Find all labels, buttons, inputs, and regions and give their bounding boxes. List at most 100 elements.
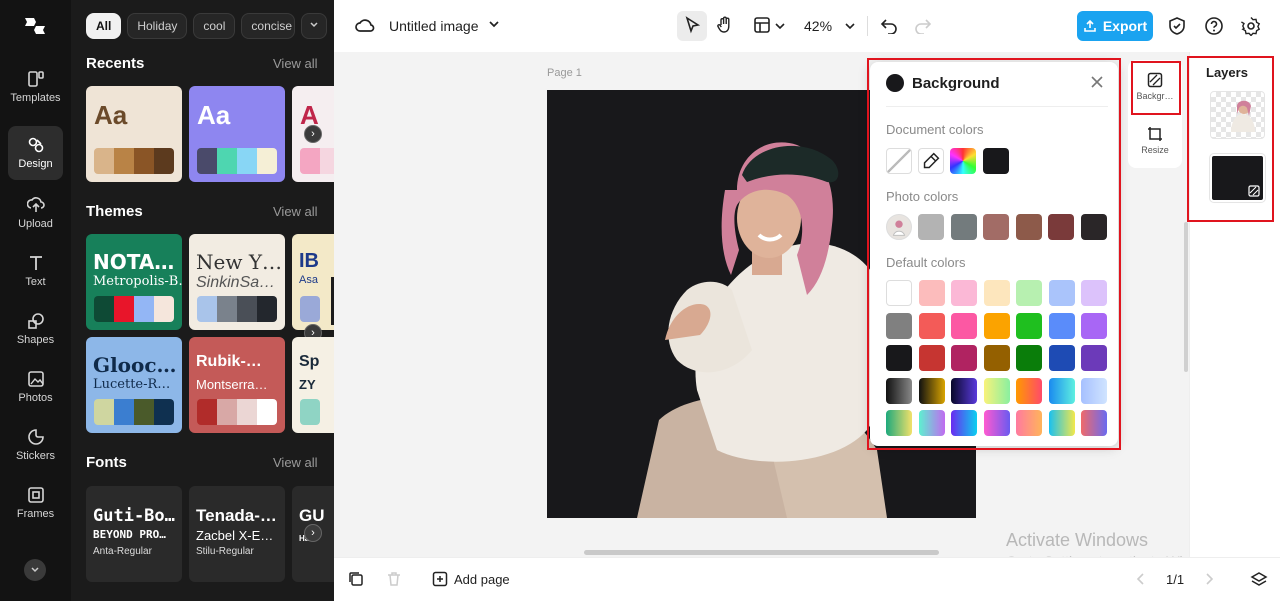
font-line-1: Tenada-… — [196, 506, 277, 525]
palette-swatches — [300, 296, 320, 322]
rail-photos[interactable]: Photos — [8, 360, 63, 414]
font-card-1[interactable]: Guti-Bo… BEYOND PRO… Anta-Regular — [86, 486, 182, 582]
layout-icon[interactable] — [752, 15, 772, 35]
themes-view-all-link[interactable]: View all — [273, 204, 318, 219]
palette-swatches — [94, 148, 174, 174]
document-title[interactable]: Untitled image — [389, 18, 479, 34]
theme-title: IB — [299, 250, 319, 272]
rail-text[interactable]: Text — [8, 244, 63, 298]
palette-swatches — [94, 296, 174, 322]
rail-more-button[interactable] — [24, 559, 46, 581]
card-sample-text: Aa — [94, 100, 128, 130]
fonts-next-button[interactable]: › — [304, 524, 322, 542]
rail-upload[interactable]: Upload — [8, 186, 63, 240]
shield-icon[interactable] — [1167, 16, 1187, 36]
themes-title: Themes — [86, 203, 143, 220]
stickers-icon — [27, 429, 44, 445]
rail-templates[interactable]: Templates — [8, 60, 63, 114]
chip-all[interactable]: All — [86, 13, 122, 39]
rail-label: Frames — [16, 508, 55, 520]
design-icon — [28, 137, 43, 153]
theme-subtitle: Lucette-R… — [93, 377, 171, 392]
page-label: Page 1 — [547, 67, 582, 79]
rail-shapes[interactable]: Shapes — [8, 302, 63, 356]
trash-icon[interactable] — [386, 571, 402, 587]
resize-tool-label: Resize — [1141, 145, 1169, 155]
chevron-down-icon — [310, 22, 318, 28]
theme-card-2[interactable]: New Y… SinkinSa… — [189, 234, 285, 330]
theme-subtitle: Metropolis-B… — [93, 274, 182, 289]
duplicate-page-icon[interactable] — [348, 571, 364, 587]
palette-swatches — [197, 148, 277, 174]
rail-label: Design — [18, 158, 53, 170]
text-icon — [29, 256, 42, 270]
photos-icon — [27, 371, 44, 387]
card-sample-text: Aa — [197, 100, 231, 130]
rail-stickers[interactable]: Stickers — [8, 418, 63, 472]
theme-card-4[interactable]: Glooc… Lucette-R… — [86, 337, 182, 433]
recents-view-all-link[interactable]: View all — [273, 56, 318, 71]
theme-title: Sp — [299, 353, 320, 370]
add-page-icon — [432, 571, 448, 587]
chip-cool[interactable]: cool — [193, 13, 236, 39]
export-icon — [1084, 19, 1096, 32]
design-panel: All Holiday cool concise Recents View al… — [71, 0, 334, 601]
undo-icon[interactable] — [880, 16, 898, 35]
rail-label: Upload — [18, 218, 53, 230]
left-rail: Templates Design Upload Text Shapes Phot… — [0, 0, 71, 601]
theme-subtitle: ZY — [299, 377, 316, 392]
rail-label: Photos — [18, 392, 53, 404]
rail-label: Shapes — [16, 334, 55, 346]
shapes-icon — [27, 313, 44, 329]
theme-title: NOTA… — [93, 250, 175, 274]
rail-label: Stickers — [15, 450, 56, 462]
zoom-level[interactable]: 42% — [804, 18, 832, 34]
rail-design[interactable]: Design — [8, 126, 63, 180]
highlight-layers-panel — [1187, 56, 1274, 222]
font-line-1: Guti-Bo… — [93, 506, 175, 526]
theme-card-6[interactable]: Sp ZY — [292, 337, 334, 433]
templates-icon — [27, 71, 44, 87]
export-label: Export — [1102, 18, 1148, 34]
theme-title: Glooc… — [93, 353, 177, 377]
recents-next-button[interactable]: › — [304, 125, 322, 143]
palette-swatches — [94, 399, 174, 425]
top-bar: Untitled image 42% Export — [334, 0, 1280, 52]
chip-holiday[interactable]: Holiday — [127, 13, 188, 39]
capcut-logo[interactable] — [22, 14, 48, 38]
recent-card-2[interactable]: Aa — [189, 86, 285, 182]
fonts-view-all-link[interactable]: View all — [273, 455, 318, 470]
resize-icon — [1148, 127, 1162, 141]
gear-icon[interactable] — [1241, 16, 1261, 37]
rail-label: Text — [25, 276, 46, 288]
layers-toggle-icon[interactable] — [1250, 571, 1268, 589]
horizontal-scrollbar[interactable] — [584, 550, 939, 555]
theme-card-3[interactable]: IB Asa — [292, 234, 334, 330]
chip-concise[interactable]: concise — [241, 13, 296, 39]
layout-chevron-down-icon[interactable] — [774, 19, 786, 31]
theme-card-5[interactable]: Rubik-… Montserra… — [189, 337, 285, 433]
cloud-icon[interactable] — [354, 14, 376, 36]
rail-frames[interactable]: Frames — [8, 476, 63, 530]
recent-card-1[interactable]: Aa — [86, 86, 182, 182]
zoom-chevron-down-icon[interactable] — [844, 19, 856, 31]
upload-icon — [26, 197, 45, 212]
theme-card-1[interactable]: NOTA… Metropolis-B… — [86, 234, 182, 330]
help-icon[interactable] — [1204, 16, 1224, 36]
font-card-2[interactable]: Tenada-… Zacbel X-E… Stilu-Regular — [189, 486, 285, 582]
palette-swatches — [197, 296, 277, 322]
add-page-button[interactable]: Add page — [432, 571, 510, 587]
chips-more-button[interactable] — [301, 13, 328, 39]
theme-subtitle: SinkinSa… — [196, 274, 276, 291]
hand-icon[interactable] — [715, 15, 735, 35]
rail-label: Templates — [10, 92, 61, 104]
add-page-label: Add page — [454, 571, 510, 587]
redo-icon[interactable] — [914, 16, 932, 35]
resize-tool-button[interactable]: Resize — [1128, 126, 1182, 155]
export-button[interactable]: Export — [1077, 11, 1153, 41]
prev-page-icon[interactable] — [1134, 572, 1148, 586]
next-page-icon[interactable] — [1202, 572, 1216, 586]
bottom-bar: Add page 1/1 — [334, 557, 1280, 601]
title-chevron-down-icon[interactable] — [487, 17, 501, 31]
vertical-scrollbar[interactable] — [1184, 222, 1188, 372]
